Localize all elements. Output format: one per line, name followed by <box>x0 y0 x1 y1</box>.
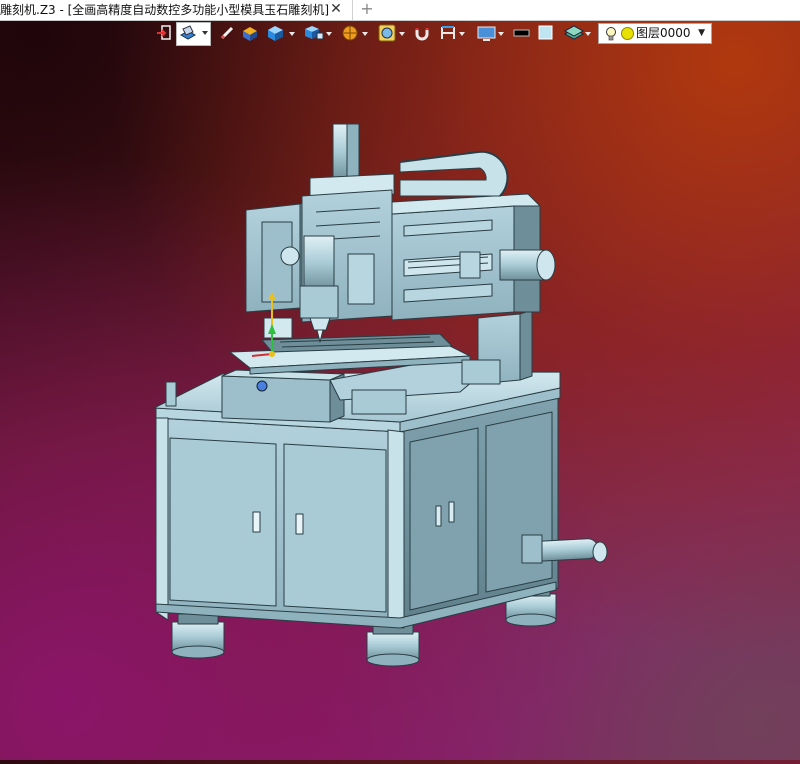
chevron-down-icon <box>202 31 208 35</box>
chevron-down-icon <box>585 32 591 36</box>
chevron-down-icon <box>289 32 295 36</box>
fill-color-swatch[interactable] <box>538 22 554 44</box>
document-tab[interactable]: 雕刻机.Z3 - [全画高精度自动数控多功能小型模具玉石雕刻机] ✕ <box>0 0 353 20</box>
3d-viewport[interactable] <box>0 44 800 760</box>
render-sphere-icon[interactable] <box>340 22 370 44</box>
zoom-settings-icon[interactable] <box>377 22 407 44</box>
cable-chain <box>399 150 509 197</box>
machine-foot <box>171 613 225 659</box>
layer-dropdown[interactable]: 图层0000 ▼ <box>598 23 712 44</box>
stepper-motor <box>459 249 556 281</box>
snap-magnet-icon[interactable] <box>413 22 431 44</box>
sketch-pencil-icon[interactable] <box>218 22 236 44</box>
chevron-down-icon <box>362 32 368 36</box>
spindle <box>299 235 339 343</box>
cnc-engraving-machine-model <box>153 123 608 667</box>
machine-cabinet <box>155 387 561 629</box>
chevron-down-icon <box>459 32 465 36</box>
new-tab-button[interactable]: + <box>358 0 376 20</box>
screen-capture-icon[interactable] <box>476 22 506 44</box>
measure-icon[interactable] <box>438 22 466 44</box>
chevron-down-icon: ▼ <box>698 28 705 38</box>
layer-value: 图层0000 <box>636 26 691 40</box>
right-column <box>461 309 533 385</box>
display-mode-icon[interactable] <box>176 22 211 46</box>
exit-view-icon[interactable] <box>155 22 173 44</box>
chevron-down-icon <box>326 32 332 36</box>
view-toolbar: 图层0000 ▼ <box>150 22 720 46</box>
layer-stack-icon[interactable] <box>563 22 593 44</box>
layer-color-icon <box>621 27 634 40</box>
chevron-down-icon <box>498 32 504 36</box>
cube-view-icon[interactable] <box>265 22 297 44</box>
document-tab-bar: 雕刻机.Z3 - [全画高精度自动数控多功能小型模具玉石雕刻机] ✕ + <box>0 0 800 21</box>
machine-foot <box>366 623 420 667</box>
chevron-down-icon <box>399 32 405 36</box>
shaded-box-icon[interactable] <box>240 22 260 44</box>
side-handle-pipe <box>521 534 608 564</box>
document-tab-title: 雕刻机.Z3 - [全画高精度自动数控多功能小型模具玉石雕刻机] <box>0 3 329 17</box>
close-icon[interactable]: ✕ <box>328 0 344 20</box>
cube-multi-view-icon[interactable] <box>303 22 333 44</box>
line-color-swatch[interactable] <box>512 22 530 44</box>
